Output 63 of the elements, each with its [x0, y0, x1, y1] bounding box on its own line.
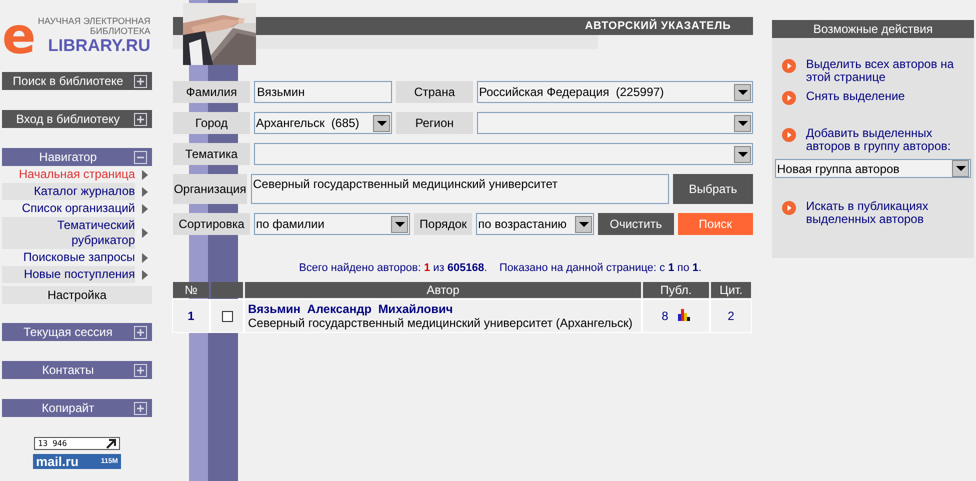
group-dropdown[interactable]: Новая группа авторов: [775, 159, 971, 178]
action-link[interactable]: Снять выделение: [806, 90, 974, 103]
logo-letter: e: [2, 18, 36, 54]
bar-chart-icon[interactable]: [678, 309, 690, 321]
column-header: Публ.: [643, 282, 709, 298]
expand-icon[interactable]: [134, 74, 147, 88]
nav-link[interactable]: Начальная страница: [15, 167, 135, 182]
expand-icon[interactable]: [134, 112, 147, 126]
field-label: Организация: [173, 174, 247, 204]
text-area[interactable]: Северный государственный медицинский университет: [251, 174, 669, 204]
publications-count[interactable]: 8: [662, 309, 668, 323]
column-header: Автор: [245, 282, 641, 298]
field-label: Регион: [396, 112, 473, 134]
dropdown[interactable]: по фамилии: [254, 213, 410, 235]
expand-icon[interactable]: [134, 364, 147, 376]
checkbox[interactable]: [222, 311, 232, 322]
expand-icon[interactable]: [134, 326, 147, 338]
author-affiliation: Северный государственный медицинский университет (Архангельск): [248, 316, 634, 330]
action-link[interactable]: Выделить всех авторов на этой странице: [806, 58, 974, 84]
field-label: Тематика: [173, 143, 250, 165]
logo-tagline: БИБЛИОТЕКА: [90, 26, 150, 36]
sidebar-section-header[interactable]: Контакты: [2, 361, 152, 379]
nav-link[interactable]: Список организаций: [15, 201, 135, 216]
sidebar-section-header[interactable]: Текущая сессия: [2, 323, 152, 341]
expand-icon[interactable]: [134, 402, 147, 414]
field-label: Город: [173, 112, 250, 134]
field-label: Фамилия: [173, 81, 250, 103]
field-label: Сортировка: [173, 213, 250, 235]
sidebar-section-header[interactable]: Навигатор: [2, 148, 152, 166]
arrow-right-icon: [142, 228, 148, 238]
input-field[interactable]: Вязьмин: [254, 81, 392, 103]
play-circle-icon: [782, 201, 796, 215]
field-label: Страна: [396, 81, 473, 103]
action-link[interactable]: Добавить выделенных авторов в группу авторов:: [806, 127, 974, 153]
settings-link[interactable]: Настройка: [2, 286, 152, 304]
results-summary: Всего найдено авторов: 1 из 605168. Показано на данной странице: с 1 по 1.: [299, 262, 703, 274]
panel-title: Возможные действия: [772, 20, 974, 38]
logo-name: LIBRARY.RU: [48, 36, 150, 56]
arrow-up-right-icon: [106, 438, 116, 448]
dropdown[interactable]: [477, 112, 753, 134]
play-circle-icon: [782, 59, 796, 73]
column-header: №: [173, 282, 209, 298]
column-header: Цит.: [711, 282, 751, 298]
sidebar-section-header[interactable]: Копирайт: [2, 399, 152, 417]
dropdown[interactable]: Архангельск (685): [254, 112, 392, 134]
action-link[interactable]: Искать в публикациях выделенных авторов: [806, 200, 974, 226]
play-circle-icon: [782, 91, 796, 105]
nav-link[interactable]: Поисковые запросы: [15, 250, 135, 265]
dropdown[interactable]: Российская Федерация (225997): [477, 81, 753, 103]
field-label: Порядок: [414, 213, 472, 235]
play-circle-icon: [782, 128, 796, 142]
sidebar-section-header[interactable]: Вход в библиотеку: [2, 110, 152, 128]
logo-tagline: НАУЧНАЯ ЭЛЕКТРОННАЯ: [38, 16, 150, 26]
form-button[interactable]: Выбрать: [673, 174, 753, 204]
form-button[interactable]: Очистить: [598, 213, 674, 235]
row-number: 1: [188, 309, 194, 323]
dropdown[interactable]: [254, 143, 753, 165]
visit-counter[interactable]: 13 946: [34, 437, 120, 450]
collapse-icon[interactable]: [134, 150, 147, 164]
author-link[interactable]: Вязьмин Александр Михайлович: [248, 302, 638, 316]
dropdown[interactable]: по возрастанию: [476, 213, 594, 235]
sidebar-section-header[interactable]: Поиск в библиотеке: [2, 72, 152, 90]
citations-count[interactable]: 2: [728, 309, 734, 323]
